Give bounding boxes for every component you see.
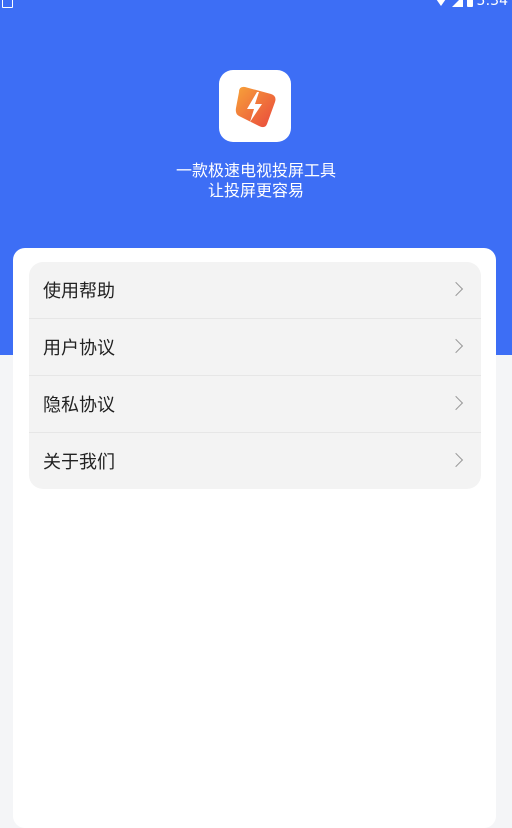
app-logo	[219, 70, 291, 142]
menu-item-label: 使用帮助	[43, 281, 115, 302]
status-icons: 5:34	[433, 0, 508, 9]
settings-card: 使用帮助 用户协议 隐私协议 关于我们	[13, 248, 496, 828]
status-bar: 5:34	[0, 0, 512, 12]
signal-icon	[451, 0, 463, 7]
menu-item-help[interactable]: 使用帮助	[29, 262, 481, 319]
notification-icon	[2, 0, 13, 8]
menu-item-label: 隐私协议	[43, 395, 115, 416]
chevron-right-icon	[448, 452, 464, 468]
tagline-line-1: 一款极速电视投屏工具	[175, 161, 336, 180]
chevron-right-icon	[448, 281, 464, 297]
wifi-icon	[433, 0, 448, 6]
menu-item-privacy-policy[interactable]: 隐私协议	[29, 376, 481, 433]
tagline-line-2: 让投屏更容易	[207, 181, 304, 200]
menu-item-label: 关于我们	[43, 452, 115, 473]
menu-list: 使用帮助 用户协议 隐私协议 关于我们	[29, 262, 481, 489]
menu-item-user-agreement[interactable]: 用户协议	[29, 319, 481, 376]
lightning-logo-icon	[235, 86, 276, 128]
chevron-right-icon	[448, 395, 464, 411]
menu-item-about-us[interactable]: 关于我们	[29, 433, 481, 489]
menu-item-label: 用户协议	[43, 338, 115, 359]
chevron-right-icon	[448, 338, 464, 354]
status-time: 5:34	[476, 0, 508, 9]
battery-icon	[466, 0, 473, 7]
